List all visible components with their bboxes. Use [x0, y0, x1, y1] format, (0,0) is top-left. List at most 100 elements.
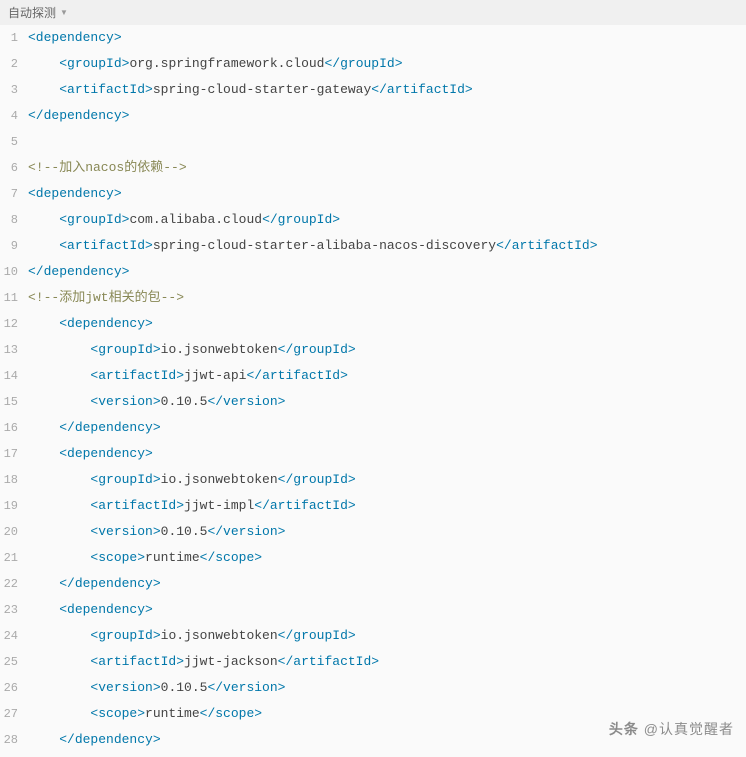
line-number: 23 — [0, 597, 28, 623]
code-line[interactable]: 8 <groupId>com.alibaba.cloud</groupId> — [0, 207, 746, 233]
token-tag: <dependency> — [28, 30, 122, 45]
line-content: <version>0.10.5</version> — [28, 519, 285, 545]
line-content: <artifactId>jjwt-impl</artifactId> — [28, 493, 356, 519]
token-tag: <groupId> — [59, 56, 129, 71]
line-number: 17 — [0, 441, 28, 467]
code-line[interactable]: 26 <version>0.10.5</version> — [0, 675, 746, 701]
token-tag: <version> — [90, 394, 160, 409]
token-tag: <version> — [90, 524, 160, 539]
line-content: </dependency> — [28, 259, 129, 285]
line-content: <groupId>io.jsonwebtoken</groupId> — [28, 337, 356, 363]
code-line[interactable]: 14 <artifactId>jjwt-api</artifactId> — [0, 363, 746, 389]
token-tag: <scope> — [90, 706, 145, 721]
token-tag: <groupId> — [90, 342, 160, 357]
token-tag: </artifactId> — [246, 368, 347, 383]
line-content: </dependency> — [28, 415, 161, 441]
token-text: com.alibaba.cloud — [129, 212, 262, 227]
line-content: <dependency> — [28, 25, 122, 51]
code-line[interactable]: 19 <artifactId>jjwt-impl</artifactId> — [0, 493, 746, 519]
token-tag: </artifactId> — [496, 238, 597, 253]
line-number: 18 — [0, 467, 28, 493]
language-selector[interactable]: 自动探测 ▼ — [0, 0, 746, 25]
line-number: 16 — [0, 415, 28, 441]
token-tag: <dependency> — [59, 602, 153, 617]
code-line[interactable]: 6<!--加入nacos的依赖--> — [0, 155, 746, 181]
token-tag: <dependency> — [28, 186, 122, 201]
code-line[interactable]: 7<dependency> — [0, 181, 746, 207]
code-line[interactable]: 20 <version>0.10.5</version> — [0, 519, 746, 545]
code-line[interactable]: 13 <groupId>io.jsonwebtoken</groupId> — [0, 337, 746, 363]
token-tag: <dependency> — [59, 446, 153, 461]
line-number: 13 — [0, 337, 28, 363]
token-text: spring-cloud-starter-gateway — [153, 82, 371, 97]
code-line[interactable]: 4</dependency> — [0, 103, 746, 129]
line-content: <groupId>io.jsonwebtoken</groupId> — [28, 467, 356, 493]
line-number: 4 — [0, 103, 28, 129]
line-number: 28 — [0, 727, 28, 753]
line-number: 9 — [0, 233, 28, 259]
code-line[interactable]: 24 <groupId>io.jsonwebtoken</groupId> — [0, 623, 746, 649]
line-content: <dependency> — [28, 311, 153, 337]
line-number: 5 — [0, 129, 28, 155]
code-line[interactable]: 22 </dependency> — [0, 571, 746, 597]
token-tag: <artifactId> — [90, 654, 184, 669]
token-text: runtime — [145, 550, 200, 565]
code-line[interactable]: 23 <dependency> — [0, 597, 746, 623]
line-content: <artifactId>jjwt-jackson</artifactId> — [28, 649, 379, 675]
line-content: <groupId>io.jsonwebtoken</groupId> — [28, 623, 356, 649]
token-text: io.jsonwebtoken — [161, 628, 278, 643]
token-tag: </dependency> — [59, 576, 160, 591]
line-content: <scope>runtime</scope> — [28, 545, 262, 571]
code-line[interactable]: 16 </dependency> — [0, 415, 746, 441]
token-tag: </version> — [207, 680, 285, 695]
token-tag: </groupId> — [278, 628, 356, 643]
code-line[interactable]: 15 <version>0.10.5</version> — [0, 389, 746, 415]
code-line[interactable]: 25 <artifactId>jjwt-jackson</artifactId> — [0, 649, 746, 675]
token-text: 0.10.5 — [161, 524, 208, 539]
watermark-suffix: @认真觉醒者 — [639, 721, 734, 737]
code-line[interactable]: 5 — [0, 129, 746, 155]
code-line[interactable]: 1<dependency> — [0, 25, 746, 51]
code-line[interactable]: 3 <artifactId>spring-cloud-starter-gatew… — [0, 77, 746, 103]
line-number: 14 — [0, 363, 28, 389]
line-content: <artifactId>spring-cloud-starter-alibaba… — [28, 233, 598, 259]
token-text: spring-cloud-starter-alibaba-nacos-disco… — [153, 238, 496, 253]
line-number: 8 — [0, 207, 28, 233]
code-line[interactable]: 10</dependency> — [0, 259, 746, 285]
code-line[interactable]: 9 <artifactId>spring-cloud-starter-aliba… — [0, 233, 746, 259]
code-line[interactable]: 18 <groupId>io.jsonwebtoken</groupId> — [0, 467, 746, 493]
token-tag: </groupId> — [324, 56, 402, 71]
line-number: 22 — [0, 571, 28, 597]
code-line[interactable]: 2 <groupId>org.springframework.cloud</gr… — [0, 51, 746, 77]
code-line[interactable]: 21 <scope>runtime</scope> — [0, 545, 746, 571]
line-number: 6 — [0, 155, 28, 181]
line-number: 26 — [0, 675, 28, 701]
line-number: 11 — [0, 285, 28, 311]
token-tag: </version> — [207, 524, 285, 539]
line-content: </dependency> — [28, 571, 161, 597]
line-content: <artifactId>jjwt-api</artifactId> — [28, 363, 348, 389]
line-content: <!--加入nacos的依赖--> — [28, 155, 187, 181]
line-number: 1 — [0, 25, 28, 51]
code-line[interactable]: 17 <dependency> — [0, 441, 746, 467]
token-tag: </dependency> — [28, 264, 129, 279]
token-text: 0.10.5 — [161, 680, 208, 695]
line-content: <dependency> — [28, 181, 122, 207]
code-line[interactable]: 12 <dependency> — [0, 311, 746, 337]
token-tag: <artifactId> — [59, 238, 153, 253]
token-text: io.jsonwebtoken — [161, 342, 278, 357]
token-tag: <artifactId> — [59, 82, 153, 97]
line-content: <scope>runtime</scope> — [28, 701, 262, 727]
code-editor[interactable]: 1<dependency>2 <groupId>org.springframew… — [0, 25, 746, 753]
line-number: 15 — [0, 389, 28, 415]
line-content: </dependency> — [28, 727, 161, 753]
line-number: 20 — [0, 519, 28, 545]
line-content: <groupId>com.alibaba.cloud</groupId> — [28, 207, 340, 233]
token-tag: <groupId> — [59, 212, 129, 227]
line-number: 7 — [0, 181, 28, 207]
chevron-down-icon: ▼ — [60, 8, 68, 17]
code-line[interactable]: 11<!--添加jwt相关的包--> — [0, 285, 746, 311]
line-content: <artifactId>spring-cloud-starter-gateway… — [28, 77, 473, 103]
line-number: 24 — [0, 623, 28, 649]
token-tag: <artifactId> — [90, 368, 184, 383]
